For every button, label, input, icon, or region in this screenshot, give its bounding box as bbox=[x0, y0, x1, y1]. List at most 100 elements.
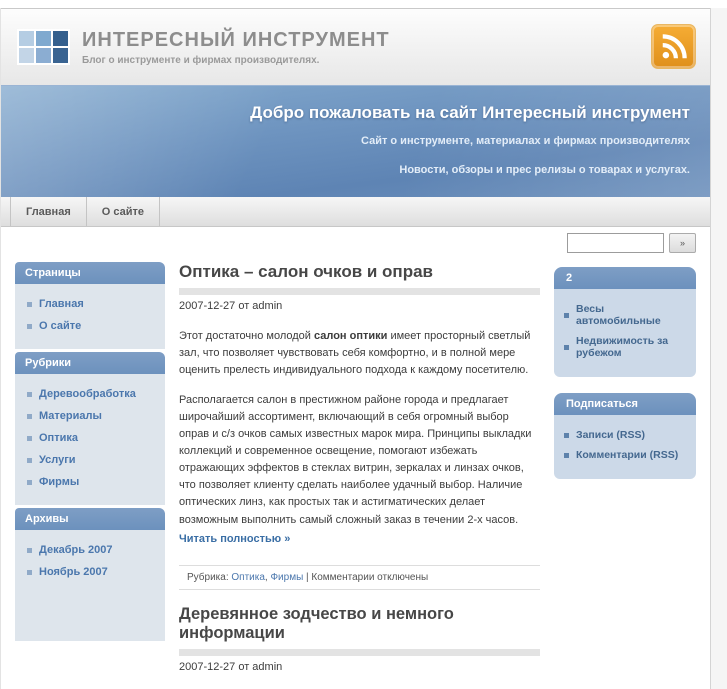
logo-square bbox=[36, 48, 51, 63]
site-title: ИНТЕРЕСНЫЙ ИНСТРУМЕНТ bbox=[82, 28, 390, 51]
main-column: Оптика – салон очков и оправ 2007-12-27 … bbox=[179, 262, 540, 689]
search-input[interactable] bbox=[567, 233, 664, 253]
page-container: ИНТЕРЕСНЫЙ ИНСТРУМЕНТ Блог о инструменте… bbox=[0, 8, 711, 689]
widget-list: Записи (RSS) Комментарии (RSS) bbox=[554, 415, 696, 479]
bullet-icon bbox=[27, 391, 32, 397]
search-bar: » bbox=[554, 233, 696, 253]
sidebar-item-label: Оптика bbox=[39, 432, 78, 444]
rss-icon bbox=[659, 32, 689, 62]
widget-title: 2 bbox=[554, 267, 696, 289]
sidebar-item-optics[interactable]: Оптика bbox=[15, 427, 165, 449]
paragraph-text: Этот достаточно молодой bbox=[179, 330, 314, 343]
top-strip bbox=[0, 0, 727, 8]
link-label: Записи (RSS) bbox=[576, 429, 646, 441]
link-real-estate-abroad[interactable]: Недвижимость за рубежом bbox=[564, 331, 686, 363]
bullet-icon bbox=[27, 435, 32, 441]
read-more-link[interactable]: Читать полностью » bbox=[179, 531, 540, 548]
bullet-icon bbox=[27, 569, 32, 575]
link-entries-rss[interactable]: Записи (RSS) bbox=[564, 425, 686, 445]
sidebar-section-pages: Страницы Главная О сайте bbox=[15, 262, 165, 349]
sidebar-item-label: Ноябрь 2007 bbox=[39, 566, 108, 578]
logo-square bbox=[19, 31, 34, 46]
widget-title: Подписаться bbox=[554, 393, 696, 415]
logo-square bbox=[53, 31, 68, 46]
search-button[interactable]: » bbox=[669, 233, 696, 253]
post-date: 2007-12-27 от admin bbox=[179, 660, 283, 673]
sidebar-item-december-2007[interactable]: Декабрь 2007 bbox=[15, 539, 165, 561]
category-link-firms[interactable]: Фирмы bbox=[270, 572, 303, 583]
content-area: Страницы Главная О сайте Рубрики Деревоо… bbox=[1, 227, 710, 689]
comments-status: | Комментарии отключены bbox=[303, 571, 429, 583]
bullet-icon bbox=[27, 547, 32, 553]
sidebar-item-firms[interactable]: Фирмы bbox=[15, 471, 165, 493]
sidebar-item-home[interactable]: Главная bbox=[15, 293, 165, 315]
paragraph-text: Располагается салон в престижном районе … bbox=[179, 394, 532, 526]
sidebar-item-label: Декабрь 2007 bbox=[39, 544, 113, 556]
site-subtitle: Блог о инструменте и фирмах производител… bbox=[82, 54, 320, 66]
post-paragraph: Располагается салон в престижном районе … bbox=[179, 392, 540, 547]
sidebar-item-materials[interactable]: Материалы bbox=[15, 405, 165, 427]
logo-square bbox=[53, 48, 68, 63]
widget-links: 2 Весы автомобильные Недвижимость за руб… bbox=[554, 267, 696, 377]
bullet-icon bbox=[27, 323, 32, 329]
sidebar-item-label: Главная bbox=[39, 298, 84, 310]
bullet-icon bbox=[564, 432, 569, 438]
post-title: Деревянное зодчество и немного информаци… bbox=[179, 604, 454, 642]
bullet-icon bbox=[27, 301, 32, 307]
bullet-icon bbox=[27, 479, 32, 485]
post-title: Оптика – салон очков и оправ bbox=[179, 262, 433, 281]
sidebar-item-label: Услуги bbox=[39, 454, 76, 466]
logo-square bbox=[19, 48, 34, 63]
section-list: Деревообработка Материалы Оптика Услуги … bbox=[15, 374, 165, 505]
sidebar-section-categories: Рубрики Деревообработка Материалы Оптика… bbox=[15, 352, 165, 505]
sidebar-item-label: О сайте bbox=[39, 320, 82, 332]
link-truck-scales[interactable]: Весы автомобильные bbox=[564, 299, 686, 331]
widget-subscribe: Подписаться Записи (RSS) Комментарии (RS… bbox=[554, 393, 696, 479]
left-sidebar: Страницы Главная О сайте Рубрики Деревоо… bbox=[15, 262, 165, 644]
sidebar-item-label: Фирмы bbox=[39, 476, 80, 488]
welcome-banner: Добро пожаловать на сайт Интересный инст… bbox=[1, 85, 710, 197]
logo-square bbox=[36, 31, 51, 46]
sidebar-item-services[interactable]: Услуги bbox=[15, 449, 165, 471]
section-title: Рубрики bbox=[15, 352, 165, 374]
rss-button[interactable] bbox=[651, 24, 696, 69]
masthead: ИНТЕРЕСНЫЙ ИНСТРУМЕНТ Блог о инструменте… bbox=[1, 8, 710, 85]
post-date: 2007-12-27 от admin bbox=[179, 300, 283, 312]
link-label: Недвижимость за рубежом bbox=[576, 335, 669, 359]
sidebar-item-woodworking[interactable]: Деревообработка bbox=[15, 383, 165, 405]
sidebar-section-archives: Архивы Декабрь 2007 Ноябрь 2007 bbox=[15, 508, 165, 641]
title-divider bbox=[179, 648, 540, 656]
category-link-optics[interactable]: Оптика bbox=[231, 572, 265, 583]
tab-home[interactable]: Главная bbox=[10, 197, 87, 226]
bullet-icon bbox=[27, 457, 32, 463]
bullet-icon bbox=[27, 413, 32, 419]
paragraph-bold-text: салон оптики bbox=[313, 330, 388, 343]
meta-label: Рубрика: bbox=[187, 571, 232, 583]
section-title: Архивы bbox=[15, 508, 165, 530]
bullet-icon bbox=[564, 452, 569, 458]
link-comments-rss[interactable]: Комментарии (RSS) bbox=[564, 445, 686, 465]
link-label: Весы автомобильные bbox=[576, 303, 661, 327]
post-wooden-architecture: Деревянное зодчество и немного информаци… bbox=[179, 605, 540, 676]
sidebar-item-november-2007[interactable]: Ноябрь 2007 bbox=[15, 561, 165, 583]
section-list: Декабрь 2007 Ноябрь 2007 bbox=[15, 530, 165, 641]
site-logo[interactable] bbox=[17, 29, 70, 65]
tab-about[interactable]: О сайте bbox=[87, 197, 160, 226]
bullet-icon bbox=[564, 312, 569, 318]
site-titles: ИНТЕРЕСНЫЙ ИНСТРУМЕНТ Блог о инструменте… bbox=[82, 29, 390, 66]
right-sidebar: » 2 Весы автомобильные Недвижимость за р… bbox=[554, 233, 696, 495]
main-nav: Главная О сайте bbox=[1, 197, 710, 227]
banner-subtitle-2: Новости, обзоры и прес релизы о товарах … bbox=[399, 164, 690, 176]
post-meta: Рубрика: Оптика, Фирмы | Комментарии отк… bbox=[179, 564, 540, 590]
banner-heading: Добро пожаловать на сайт Интересный инст… bbox=[250, 103, 690, 122]
banner-subtitle-1: Сайт о инструменте, материалах и фирмах … bbox=[361, 135, 690, 147]
title-divider bbox=[179, 288, 540, 295]
section-list: Главная О сайте bbox=[15, 284, 165, 349]
sidebar-item-label: Материалы bbox=[39, 410, 102, 422]
widget-list: Весы автомобильные Недвижимость за рубеж… bbox=[554, 289, 696, 377]
sidebar-item-label: Деревообработка bbox=[39, 388, 136, 400]
bullet-icon bbox=[564, 344, 569, 350]
sidebar-item-about[interactable]: О сайте bbox=[15, 315, 165, 337]
post-optics: Оптика – салон очков и оправ 2007-12-27 … bbox=[179, 262, 540, 590]
link-label: Комментарии (RSS) bbox=[576, 449, 679, 461]
